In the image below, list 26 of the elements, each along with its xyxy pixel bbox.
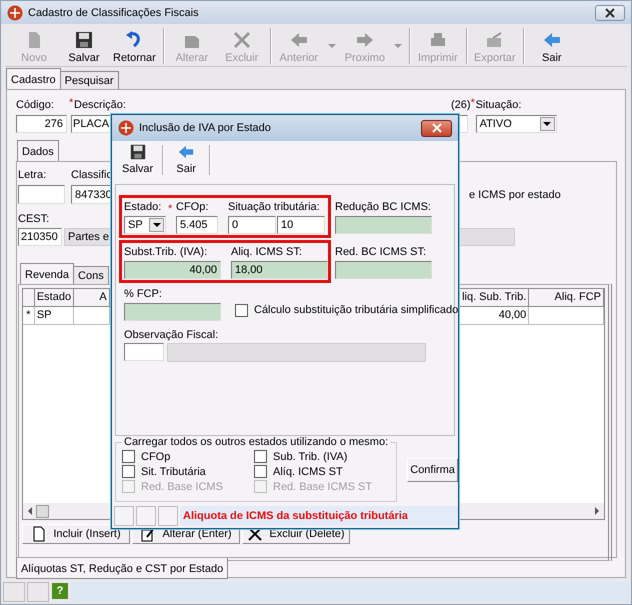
field-label: Código: [16, 98, 55, 112]
field-label: Letra: [18, 168, 48, 182]
required-mark: * [69, 98, 72, 108]
table-cell: SP [34, 307, 74, 325]
required-mark: * [470, 98, 474, 108]
field-label: % FCP: [124, 287, 163, 301]
field-label: CFOp: [176, 200, 210, 214]
field-label: Red. BC ICMS ST: [335, 245, 428, 259]
window-title: Cadastro de Classificações Fiscais [28, 6, 199, 18]
group-title: Carregar todos os outros estados utilizando o mesmo: [123, 436, 390, 448]
field-label: Observação Fiscal: [124, 328, 220, 342]
column-header: Estado [34, 289, 74, 307]
field-label: CEST: [18, 212, 50, 226]
column-header: Aliq. FCP [529, 289, 604, 307]
column-header: A [74, 289, 110, 307]
field-label: Descrição: [74, 98, 127, 112]
dialog-title: Inclusão de IVA por Estado [139, 122, 271, 134]
field-label: Situação: [476, 98, 522, 112]
character-count: (26) [451, 98, 471, 112]
field-label: Redução BC ICMS: [335, 200, 432, 214]
checkbox-label: e ICMS por estado [469, 188, 561, 202]
field-label: Situação tributária: [228, 200, 321, 214]
required-mark: * [168, 204, 171, 214]
field-label: Aliq. ICMS ST: [231, 245, 303, 259]
field-label: Subst.Trib. (IVA): [124, 245, 208, 259]
status-hint: Aliquota de ICMS da substituição tributária [180, 506, 458, 526]
